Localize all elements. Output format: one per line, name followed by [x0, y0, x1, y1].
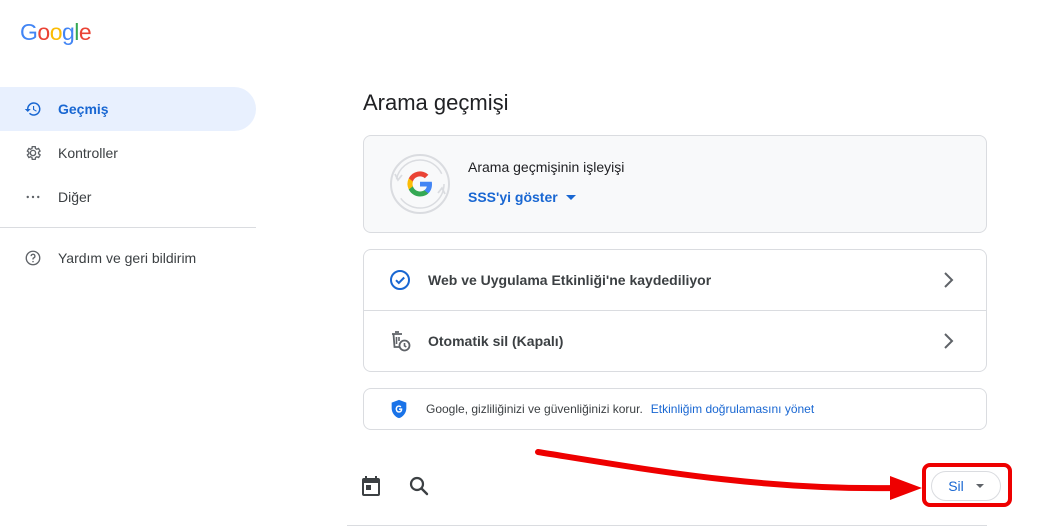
google-logo[interactable]: Google	[20, 19, 92, 46]
google-shield-icon	[391, 399, 407, 419]
search-history-info-card: Arama geçmişinin işleyişi SSS'yi göster	[363, 135, 987, 233]
page-title: Arama geçmişi	[363, 90, 509, 115]
delete-button[interactable]: Sil	[931, 471, 1001, 501]
caret-down-icon	[565, 194, 576, 200]
sidebar-item-controls[interactable]: Kontroller	[0, 131, 256, 175]
check-circle-icon	[388, 268, 412, 292]
privacy-text: Google, gizliliğinizi ve güvenliğinizi k…	[426, 402, 643, 416]
sidebar-item-help[interactable]: Yardım ve geri bildirim	[0, 236, 256, 280]
privacy-notice-card: Google, gizliliğinizi ve güvenliğinizi k…	[363, 388, 987, 430]
logo-letter-e: e	[78, 19, 92, 45]
sidebar-divider	[0, 227, 256, 228]
sidebar-item-history[interactable]: Geçmiş	[0, 87, 256, 131]
auto-delete-label: Otomatik sil (Kapalı)	[428, 333, 564, 349]
activity-settings-card: Web ve Uygulama Etkinliği'ne kaydediliyo…	[363, 249, 987, 372]
google-g-refresh-icon	[388, 152, 452, 216]
sidebar-item-label: Geçmiş	[58, 101, 109, 117]
search-icon[interactable]	[407, 474, 431, 498]
logo-letter-g: G	[20, 19, 38, 45]
sidebar-item-more[interactable]: Diğer	[0, 175, 256, 219]
history-icon	[24, 100, 42, 118]
auto-delete-icon	[388, 329, 412, 353]
logo-letter-o2: o	[49, 19, 63, 45]
page: Google Geçmiş Kontroller Diğer Yardım ve…	[0, 0, 1052, 529]
info-card-title: Arama geçmişinin işleyişi	[468, 159, 625, 175]
content-divider	[347, 525, 987, 526]
chevron-right-icon	[944, 333, 954, 349]
gear-icon	[24, 144, 42, 162]
delete-label: Sil	[948, 478, 964, 494]
auto-delete-row[interactable]: Otomatik sil (Kapalı)	[364, 310, 986, 371]
logo-letter-g2: g	[61, 19, 75, 45]
manage-verification-link[interactable]: Etkinliğim doğrulamasını yönet	[651, 402, 814, 416]
sidebar-item-label: Kontroller	[58, 145, 118, 161]
calendar-icon[interactable]	[359, 474, 383, 498]
sidebar-item-label: Yardım ve geri bildirim	[58, 250, 197, 266]
web-app-activity-row[interactable]: Web ve Uygulama Etkinliği'ne kaydediliyo…	[364, 250, 986, 310]
annotation-arrow	[535, 449, 922, 500]
logo-letter-o1: o	[37, 19, 50, 45]
web-app-activity-label: Web ve Uygulama Etkinliği'ne kaydediliyo…	[428, 272, 712, 288]
help-circle-icon	[24, 249, 42, 267]
show-faq-link[interactable]: SSS'yi göster	[468, 189, 576, 205]
chevron-right-icon	[944, 272, 954, 288]
show-faq-label: SSS'yi göster	[468, 189, 558, 205]
sidebar-item-label: Diğer	[58, 189, 92, 205]
more-horizontal-icon	[24, 188, 42, 206]
sidebar: Geçmiş Kontroller Diğer Yardım ve geri b…	[0, 87, 256, 280]
caret-down-icon	[975, 484, 984, 488]
